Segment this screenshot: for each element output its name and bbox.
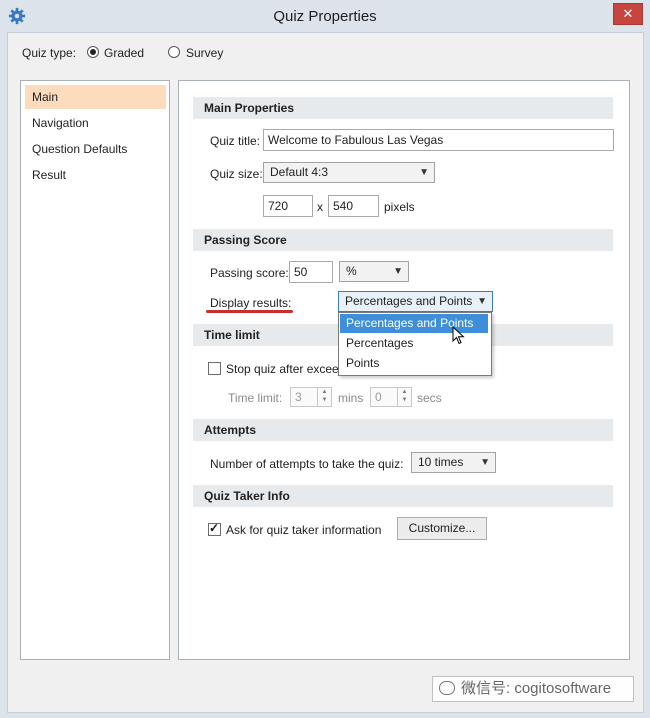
minutes-value: 3 <box>295 390 302 404</box>
width-input[interactable]: 720 <box>263 195 313 217</box>
radio-survey-label[interactable]: Survey <box>186 46 223 60</box>
section-main-properties: Main Properties <box>193 97 613 119</box>
section-quiz-taker-info: Quiz Taker Info <box>193 485 613 507</box>
nav-item-navigation[interactable]: Navigation <box>25 111 166 135</box>
quiz-size-value: Default 4:3 <box>270 165 329 179</box>
ask-info-checkbox[interactable] <box>208 521 221 536</box>
display-results-value: Percentages and Points <box>345 294 473 308</box>
seconds-value: 0 <box>375 390 382 404</box>
display-results-label: Display results: <box>210 296 292 310</box>
height-input[interactable]: 540 <box>328 195 379 217</box>
time-limit-label: Time limit: <box>228 391 283 405</box>
chevron-down-icon: ▼ <box>480 457 490 468</box>
chevron-down-icon: ▼ <box>419 167 429 178</box>
nav-item-question-defaults[interactable]: Question Defaults <box>25 137 166 161</box>
customize-button[interactable]: Customize... <box>397 517 487 540</box>
quiz-size-select[interactable]: Default 4:3 ▼ <box>263 162 435 183</box>
close-button[interactable]: ✕ <box>613 3 643 25</box>
seconds-stepper[interactable]: 0 ▲ ▼ <box>370 387 412 407</box>
navigation-panel: Main Navigation Question Defaults Result <box>20 80 170 660</box>
section-passing-score: Passing Score <box>193 229 613 251</box>
passing-score-input[interactable]: 50 <box>289 261 333 283</box>
chat-icon <box>439 681 455 695</box>
close-icon: ✕ <box>622 6 634 21</box>
stepper-arrows-icon[interactable]: ▲ ▼ <box>397 388 411 406</box>
passing-score-label: Passing score: <box>210 266 289 280</box>
nav-item-result[interactable]: Result <box>25 163 166 187</box>
display-results-select[interactable]: Percentages and Points ▼ <box>338 291 493 312</box>
title-bar: Quiz Properties ✕ <box>0 0 650 32</box>
watermark: 微信号: cogitosoftware <box>432 676 634 702</box>
chevron-down-icon: ▼ <box>477 296 487 307</box>
annotation-underline <box>206 310 293 313</box>
minutes-stepper[interactable]: 3 ▲ ▼ <box>290 387 332 407</box>
pixels-label: pixels <box>384 200 415 214</box>
attempts-value: 10 times <box>418 455 464 469</box>
secs-label: secs <box>417 391 442 405</box>
display-results-dropdown: Percentages and Points Percentages Point… <box>338 312 492 376</box>
radio-graded-label[interactable]: Graded <box>104 46 144 60</box>
passing-score-unit-select[interactable]: % ▼ <box>339 261 409 282</box>
mins-label: mins <box>338 391 364 405</box>
quiz-size-label: Quiz size: <box>210 167 263 181</box>
chevron-down-icon: ▼ <box>393 266 403 277</box>
stepper-arrows-icon[interactable]: ▲ ▼ <box>317 388 331 406</box>
size-separator: x <box>317 200 323 214</box>
passing-score-unit-value: % <box>346 264 357 278</box>
stop-quiz-checkbox[interactable] <box>208 362 221 375</box>
quiz-title-input[interactable]: Welcome to Fabulous Las Vegas <box>263 129 614 151</box>
section-attempts: Attempts <box>193 419 613 441</box>
watermark-text: 微信号: cogitosoftware <box>461 680 612 697</box>
dropdown-option-points[interactable]: Points <box>340 354 488 373</box>
nav-item-main[interactable]: Main <box>25 85 166 109</box>
radio-survey[interactable] <box>168 46 180 58</box>
quiz-type-label: Quiz type: <box>22 46 77 60</box>
ask-info-label[interactable]: Ask for quiz taker information <box>226 523 381 537</box>
window-title: Quiz Properties <box>273 8 377 25</box>
quiz-title-label: Quiz title: <box>210 134 261 148</box>
attempts-select[interactable]: 10 times ▼ <box>411 452 496 473</box>
radio-graded[interactable] <box>87 46 99 58</box>
mouse-pointer-icon <box>452 326 465 345</box>
attempts-label: Number of attempts to take the quiz: <box>210 457 404 471</box>
